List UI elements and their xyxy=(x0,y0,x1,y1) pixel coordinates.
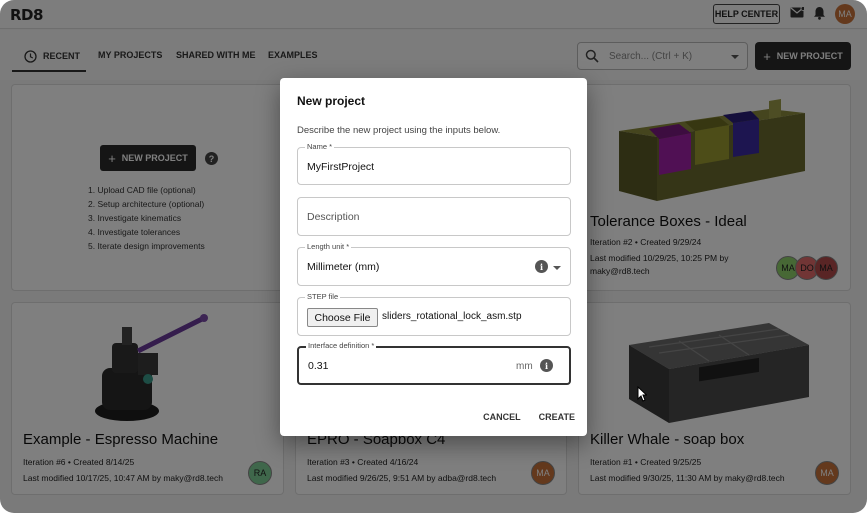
description-field[interactable]: Description xyxy=(297,197,571,236)
file-name: sliders_rotational_lock_asm.stp xyxy=(382,311,522,322)
name-field[interactable]: Name * MyFirstProject xyxy=(297,142,571,185)
interface-definition-input[interactable]: Interface definition * 0.31 mm i xyxy=(297,341,571,385)
dialog-description: Describe the new project using the input… xyxy=(297,125,501,136)
length-unit-label: Length unit * xyxy=(305,242,352,251)
info-icon[interactable]: i xyxy=(535,260,548,273)
step-file-label: STEP file xyxy=(305,292,341,301)
interface-definition-value: 0.31 xyxy=(308,360,329,372)
dialog-title: New project xyxy=(297,94,366,108)
unit-label: mm xyxy=(516,361,533,372)
interface-definition-label: Interface definition * xyxy=(306,341,377,350)
cancel-button[interactable]: CANCEL xyxy=(483,412,521,422)
choose-file-button[interactable]: Choose File xyxy=(307,308,378,327)
chevron-down-icon[interactable] xyxy=(553,266,561,270)
mouse-cursor-icon xyxy=(637,386,647,402)
name-value: MyFirstProject xyxy=(307,161,375,173)
step-file-field: STEP file Choose File sliders_rotational… xyxy=(297,292,571,336)
dialog-actions: CANCEL CREATE xyxy=(483,412,575,422)
create-button[interactable]: CREATE xyxy=(539,412,575,422)
description-placeholder: Description xyxy=(307,211,360,223)
app-frame: RD8 HELP CENTER MA RECENT MY PROJECTS SH… xyxy=(0,0,867,513)
info-icon[interactable]: i xyxy=(540,359,553,372)
length-unit-value: Millimeter (mm) xyxy=(307,261,380,273)
name-label: Name * xyxy=(305,142,335,151)
length-unit-select[interactable]: Length unit * Millimeter (mm) i xyxy=(297,242,571,286)
new-project-dialog: New project Describe the new project usi… xyxy=(280,78,587,436)
